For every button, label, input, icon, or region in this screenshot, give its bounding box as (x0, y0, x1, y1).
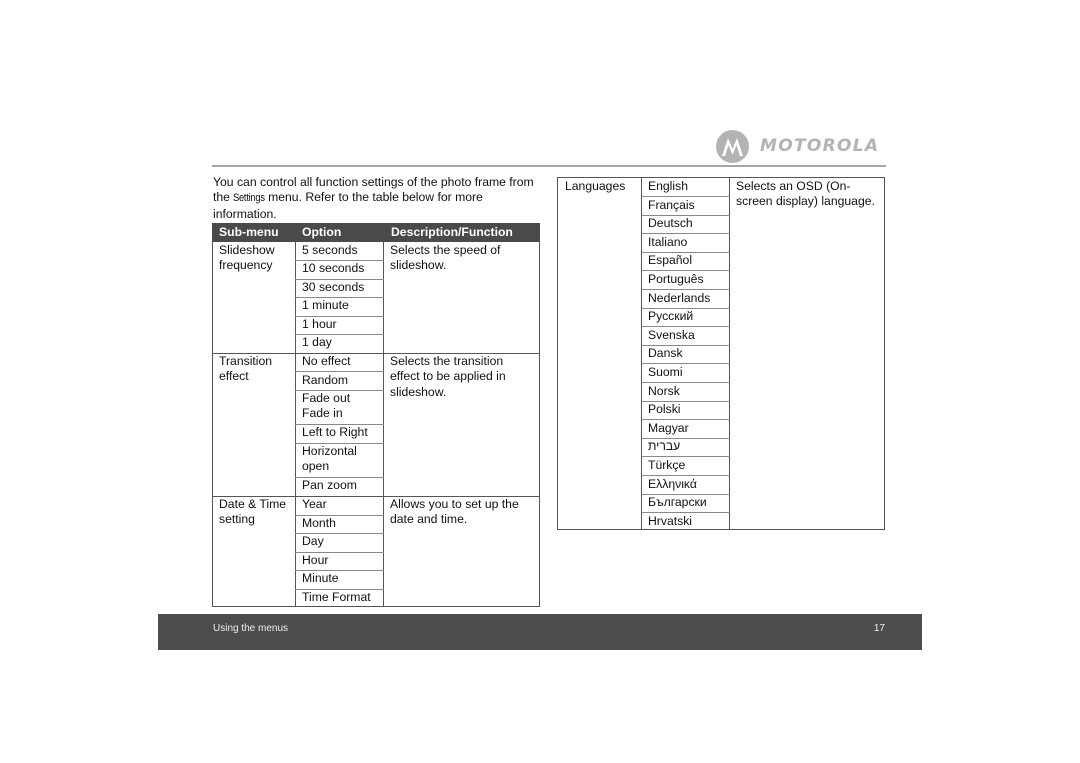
option-1-day: 1 day (302, 335, 332, 349)
language-option: Français (648, 197, 695, 212)
submenu-date-time-setting: Date & Time setting (219, 497, 287, 527)
header-option: Option (302, 225, 342, 239)
option-fade-out-fade-in: Fade out Fade in (302, 391, 351, 421)
language-option: Български (648, 495, 707, 510)
language-option: Ελληνικά (648, 476, 697, 491)
language-option: Español (648, 253, 693, 268)
submenu-languages: Languages (565, 179, 626, 193)
option-5-seconds: 5 seconds (302, 243, 358, 257)
language-option: Dansk (648, 346, 683, 361)
language-option: Suomi (648, 365, 683, 379)
option-30-seconds: 30 seconds (302, 280, 365, 294)
option-day: Day (302, 534, 324, 548)
footer-section-title: Using the menus (213, 623, 289, 634)
language-option: Hrvatski (648, 513, 693, 528)
option-minute: Minute (302, 571, 339, 585)
option-left-to-right: Left to Right (302, 425, 368, 439)
page-number: 17 (873, 623, 885, 634)
row-divider (295, 371, 384, 372)
option-pan-zoom: Pan zoom (302, 478, 357, 492)
option-time-format: Time Format (302, 590, 371, 604)
table-header-row: Sub-menu Option Description/Function (212, 223, 540, 242)
option-hour: Hour (302, 553, 329, 567)
language-option: Русский (648, 309, 694, 324)
option-horizontal-open: Horizontal open (302, 444, 357, 474)
column-divider (641, 178, 642, 529)
language-option: English (648, 179, 688, 193)
language-option: Italiano (648, 234, 688, 249)
option-10-seconds: 10 seconds (302, 261, 365, 275)
submenu-slideshow-frequency: Slideshow frequency (219, 243, 275, 273)
description-date-time-setting: Allows you to set up the date and time. (390, 497, 519, 527)
submenu-transition-effect: Transition effect (219, 354, 273, 384)
language-option: Magyar (648, 420, 689, 435)
page-footer: Using the menus 17 (158, 614, 922, 650)
description-transition-effect: Selects the transition effect to be appl… (390, 354, 506, 399)
language-option: Nederlands (648, 290, 711, 305)
option-year: Year (302, 497, 327, 511)
settings-menu-name: Settings (233, 192, 266, 205)
motorola-logo-icon (716, 129, 749, 163)
option-1-hour: 1 hour (302, 317, 337, 331)
languages-table: Languages Selects an OSD (On-screen disp… (557, 177, 885, 530)
language-option: עברית (648, 439, 681, 454)
brand-wordmark: MOTOROLA (760, 136, 880, 156)
brand-logo: MOTOROLA (716, 129, 879, 163)
settings-table: Sub-menu Option Description/Function Sli… (212, 223, 540, 607)
language-option: Svenska (648, 327, 695, 342)
header-divider (212, 165, 886, 167)
language-option: Português (648, 272, 704, 286)
option-random: Random (302, 373, 349, 387)
option-month: Month (302, 516, 336, 530)
header-submenu: Sub-menu (219, 225, 279, 239)
description-languages: Selects an OSD (On-screen display) langu… (736, 179, 875, 209)
language-option: Deutsch (648, 216, 693, 231)
header-description: Description/Function (391, 225, 513, 239)
option-no-effect: No effect (302, 354, 351, 368)
intro-paragraph: You can control all function settings of… (213, 175, 543, 222)
option-1-minute: 1 minute (302, 298, 349, 312)
description-slideshow-frequency: Selects the speed of slideshow. (390, 243, 501, 273)
language-option: Türkçe (648, 458, 686, 472)
language-option: Polski (648, 402, 681, 417)
language-option: Norsk (648, 383, 680, 398)
column-divider (729, 178, 730, 529)
